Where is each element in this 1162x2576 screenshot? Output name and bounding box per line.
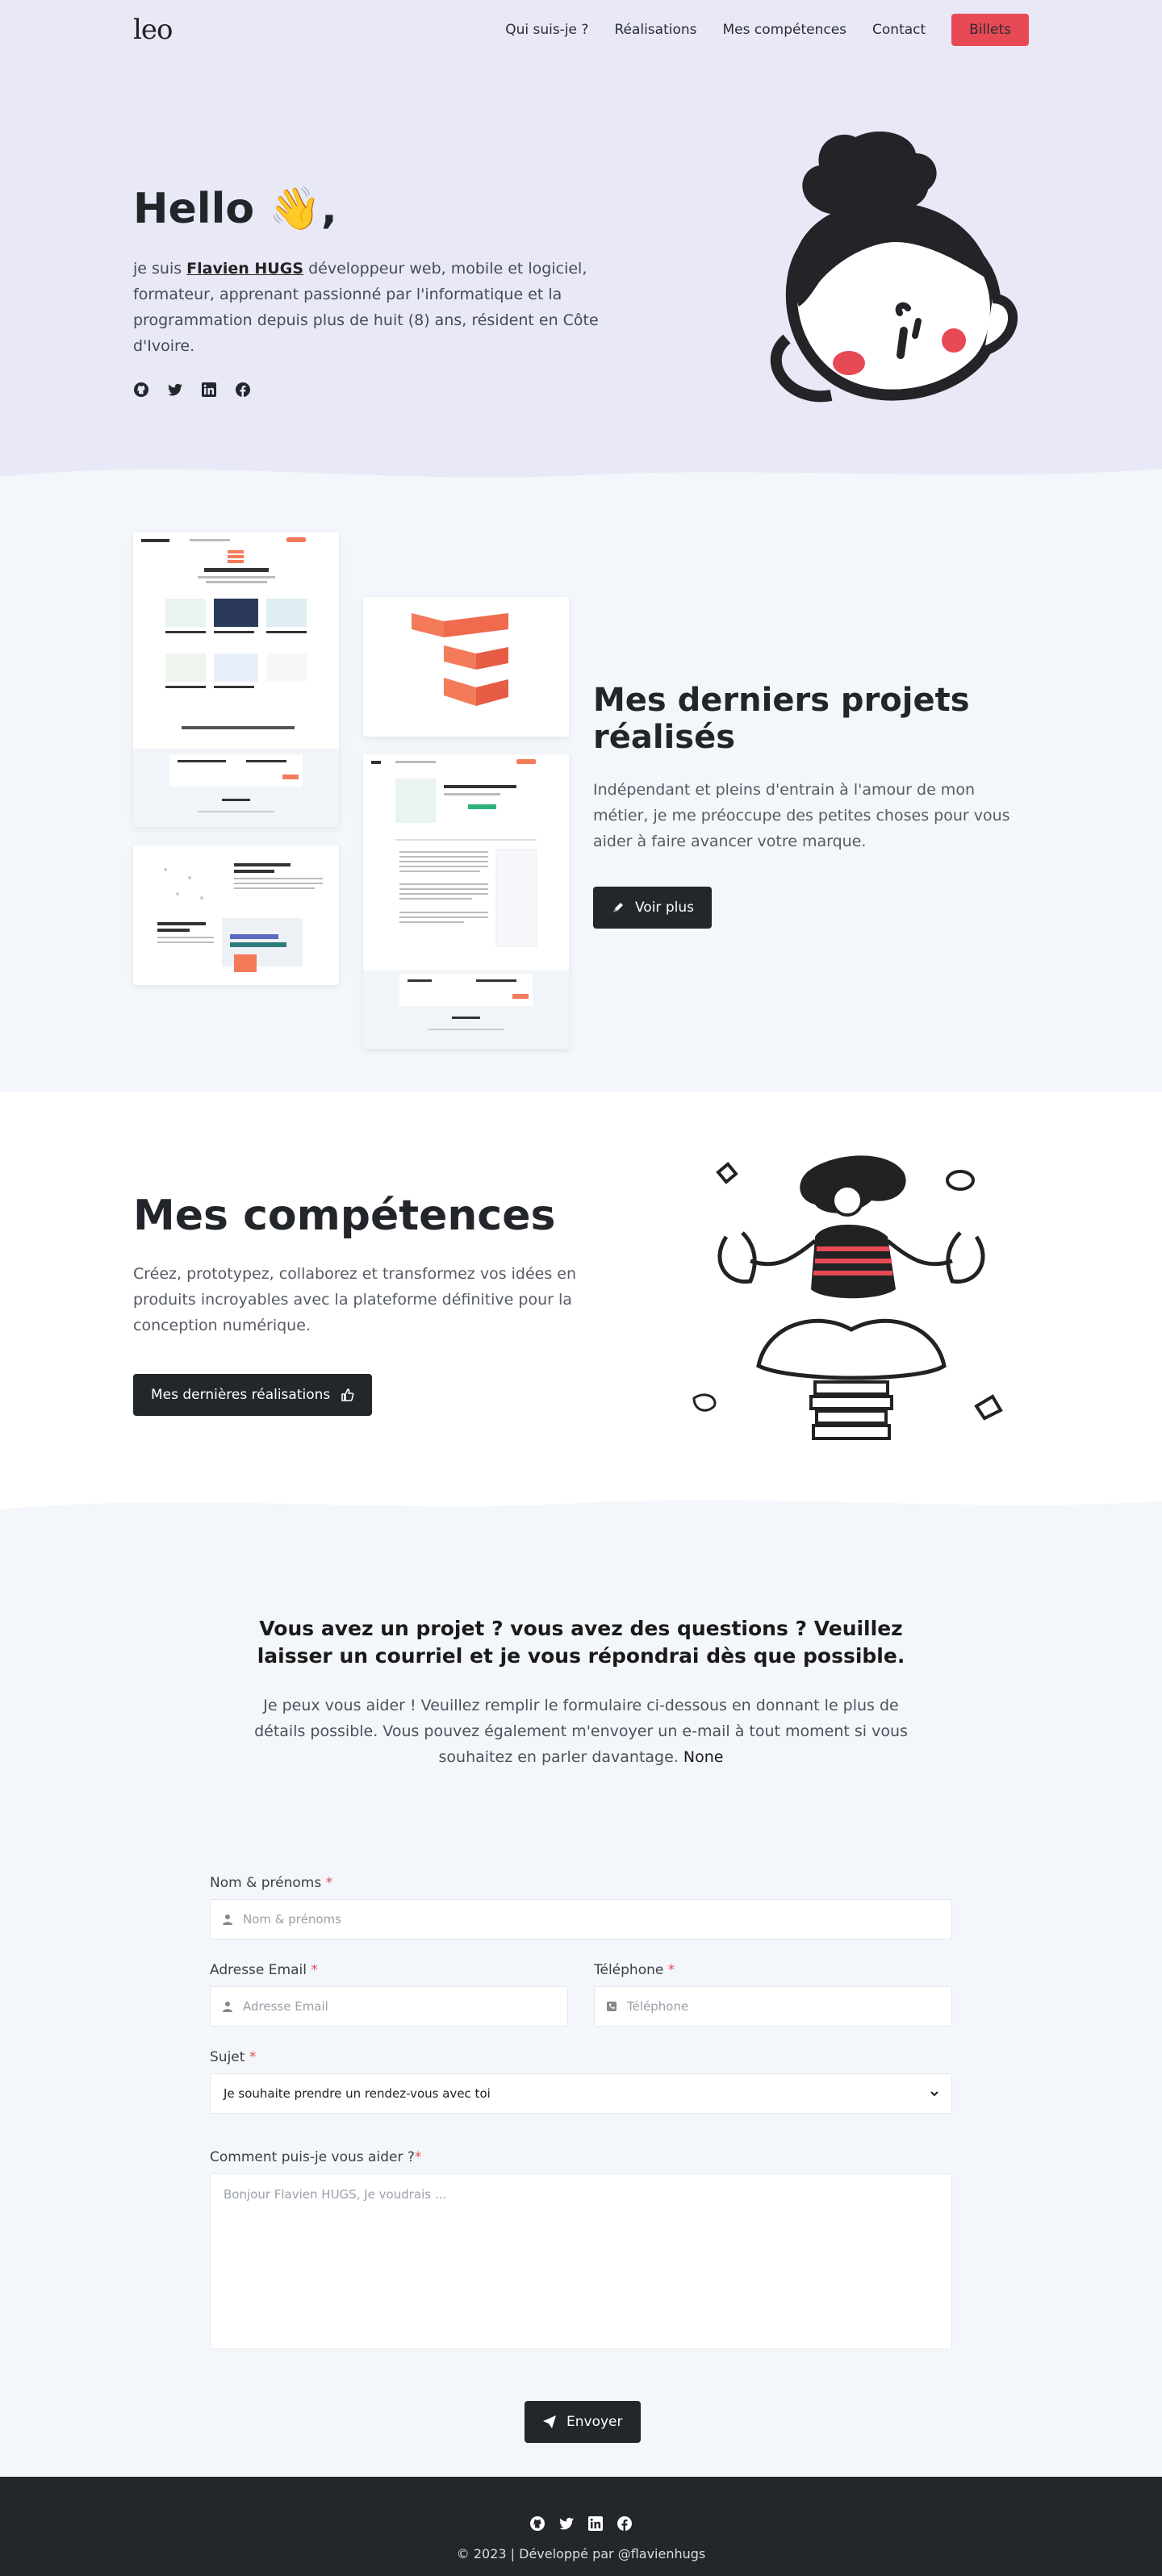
- project-card[interactable]: [133, 532, 339, 827]
- project-card[interactable]: [363, 754, 569, 1049]
- user-icon: [223, 1914, 232, 1925]
- project-thumbnail: [363, 754, 569, 1049]
- linkedin-icon[interactable]: [201, 382, 217, 398]
- subject-label: Sujet *: [210, 2049, 257, 2065]
- nav-menu: Qui suis-je ? Réalisations Mes compétenc…: [505, 14, 1029, 46]
- hero-socials: [133, 382, 650, 398]
- navbar: leo Qui suis-je ? Réalisations Mes compé…: [133, 0, 1029, 60]
- send-label: Envoyer: [566, 2414, 623, 2430]
- facebook-icon[interactable]: [617, 2515, 633, 2532]
- hero-description: je suis Flavien HUGS développeur web, mo…: [133, 256, 650, 359]
- message-textarea[interactable]: Bonjour Flavien HUGS, Je voudrais ...: [210, 2173, 952, 2349]
- see-more-button[interactable]: Voir plus: [593, 887, 712, 929]
- hero-title: Hello 👋,: [133, 185, 337, 233]
- projects-title: Mes derniers projets réalisés: [593, 682, 970, 756]
- projects-intro: Mes derniers projets réalisés Indépendan…: [593, 682, 1029, 929]
- project-card[interactable]: [133, 845, 339, 985]
- brand-logo[interactable]: leo: [133, 14, 173, 46]
- contact-form: Nom & prénoms * Nom & prénoms Adresse Em…: [210, 1875, 952, 2443]
- phone-field[interactable]: Téléphone: [594, 1986, 952, 2027]
- meditation-illustration: [692, 1155, 1003, 1440]
- tickets-button[interactable]: Billets: [951, 14, 1029, 46]
- nav-item-projects[interactable]: Réalisations: [614, 22, 696, 38]
- footer-socials: [0, 2477, 1162, 2532]
- hero-section: leo Qui suis-je ? Réalisations Mes compé…: [0, 0, 1162, 493]
- email-label: Adresse Email *: [210, 1962, 318, 1978]
- hand-pointing-icon: [341, 1388, 354, 1401]
- nav-item-skills[interactable]: Mes compétences: [723, 22, 847, 38]
- hero-wave-divider: [0, 469, 1162, 493]
- project-card[interactable]: [363, 597, 569, 737]
- hero-intro: Hello 👋, je suis Flavien HUGS développeu…: [133, 184, 650, 398]
- message-label: Comment puis-je vous aider ?*: [210, 2149, 422, 2165]
- latest-works-button[interactable]: Mes dernières réalisations: [133, 1374, 373, 1416]
- github-icon[interactable]: [133, 382, 149, 398]
- github-icon[interactable]: [529, 2515, 545, 2532]
- contact-title: Vous avez un projet ? vous avez des ques…: [257, 1617, 905, 1668]
- paper-plane-icon: [543, 2415, 556, 2428]
- subject-value: Je souhaite prendre un rendez-vous avec …: [224, 2086, 491, 2101]
- facebook-icon[interactable]: [235, 382, 251, 398]
- email-phone-row: Adresse Email * Adresse Email Téléphone …: [210, 1962, 952, 2027]
- contact-section: Vous avez un projet ? vous avez des ques…: [0, 1523, 1162, 2477]
- skills-intro: Mes compétences Créez, prototypez, colla…: [133, 1192, 585, 1416]
- project-thumbnail: [133, 532, 339, 827]
- name-placeholder: Nom & prénoms: [243, 1912, 341, 1927]
- contact-subtitle-text: Je peux vous aider ! Veuillez remplir le…: [254, 1697, 908, 1766]
- name-group: Nom & prénoms * Nom & prénoms: [210, 1875, 952, 1939]
- email-field[interactable]: Adresse Email: [210, 1986, 568, 2027]
- author-name-link[interactable]: Flavien HUGS: [186, 260, 303, 278]
- intro-text: je suis: [133, 260, 187, 278]
- skills-description: Créez, prototypez, collaborez et transfo…: [133, 1265, 577, 1334]
- avatar-illustration: [770, 131, 1018, 403]
- twitter-icon[interactable]: [167, 382, 183, 398]
- latest-works-label: Mes dernières réalisations: [151, 1387, 331, 1403]
- email-group: Adresse Email * Adresse Email: [210, 1962, 568, 2027]
- nav-item-contact[interactable]: Contact: [872, 22, 926, 38]
- phone-group: Téléphone * Téléphone: [594, 1962, 952, 2027]
- phone-icon: [607, 2002, 617, 2011]
- message-placeholder: Bonjour Flavien HUGS, Je voudrais ...: [224, 2187, 447, 2202]
- contact-subtitle-extra: None: [683, 1748, 724, 1766]
- skills-title: Mes compétences: [133, 1192, 556, 1240]
- user-icon: [223, 2002, 232, 2012]
- pen-icon: [613, 903, 623, 912]
- copyright: © 2023 | Développé par @flavienhugs: [456, 2546, 706, 2561]
- projects-description: Indépendant et pleins d'entrain à l'amou…: [593, 781, 1010, 850]
- subject-group: Sujet * Je souhaite prendre un rendez-vo…: [210, 2049, 952, 2114]
- project-thumbnail: [363, 597, 569, 737]
- project-thumbnail: [133, 845, 339, 985]
- email-placeholder: Adresse Email: [243, 1999, 328, 2014]
- subject-select[interactable]: Je souhaite prendre un rendez-vous avec …: [210, 2073, 952, 2114]
- contact-subtitle: Je peux vous aider ! Veuillez remplir le…: [250, 1693, 912, 1770]
- nav-item-about[interactable]: Qui suis-je ?: [505, 22, 588, 38]
- phone-label: Téléphone *: [594, 1962, 675, 1978]
- skills-wave-divider: [0, 1500, 1162, 1524]
- phone-placeholder: Téléphone: [627, 1999, 689, 2014]
- name-field[interactable]: Nom & prénoms: [210, 1899, 952, 1939]
- name-label: Nom & prénoms *: [210, 1875, 333, 1891]
- send-button[interactable]: Envoyer: [525, 2401, 641, 2443]
- linkedin-icon[interactable]: [587, 2515, 604, 2532]
- projects-section: Mes derniers projets réalisés Indépendan…: [0, 492, 1162, 1092]
- chevron-down-icon: [930, 2091, 938, 2097]
- see-more-label: Voir plus: [635, 900, 694, 916]
- message-group: Comment puis-je vous aider ?* Bonjour Fl…: [210, 2149, 952, 2349]
- twitter-icon[interactable]: [558, 2515, 575, 2532]
- contact-header: Vous avez un projet ? vous avez des ques…: [250, 1523, 912, 1770]
- skills-section: Mes compétences Créez, prototypez, colla…: [0, 1092, 1162, 1524]
- footer: © 2023 | Développé par @flavienhugs: [0, 2477, 1162, 2576]
